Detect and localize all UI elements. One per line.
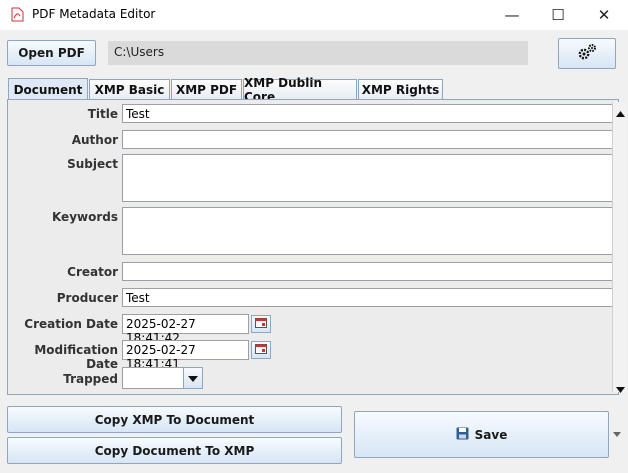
save-label: Save: [474, 427, 508, 442]
chevron-down-icon: [613, 429, 621, 440]
creation-date-input[interactable]: 2025-02-27 18:41:42: [122, 314, 249, 345]
window-title: PDF Metadata Editor: [32, 7, 156, 21]
copy-xmp-to-document-button[interactable]: Copy XMP To Document: [7, 406, 342, 433]
creator-label: Creator: [67, 265, 118, 279]
close-icon: ✕: [597, 6, 611, 24]
tab-document[interactable]: Document: [8, 78, 88, 100]
author-input[interactable]: [122, 130, 614, 149]
trapped-dropdown-button[interactable]: [183, 367, 203, 389]
title-bar: PDF Metadata Editor — ☐ ✕: [0, 0, 628, 30]
chevron-down-icon: [188, 371, 198, 385]
maximize-icon: ☐: [551, 6, 565, 24]
calendar-icon: [255, 343, 267, 357]
scroll-down-icon[interactable]: [616, 382, 625, 396]
open-pdf-button[interactable]: Open PDF: [7, 40, 96, 66]
creation-date-calendar-button[interactable]: [251, 315, 271, 333]
floppy-disk-icon: [456, 427, 469, 443]
modification-date-calendar-button[interactable]: [251, 341, 271, 359]
producer-input[interactable]: Test: [122, 288, 614, 307]
keywords-label: Keywords: [51, 210, 118, 224]
save-button[interactable]: Save: [354, 411, 609, 458]
keywords-textarea[interactable]: [122, 207, 614, 255]
trapped-select[interactable]: [122, 367, 184, 389]
creation-date-label: Creation Date: [24, 317, 118, 331]
subject-label: Subject: [67, 157, 118, 171]
copy-document-to-xmp-button[interactable]: Copy Document To XMP: [7, 437, 342, 464]
pdf-file-icon: [11, 7, 24, 22]
author-label: Author: [71, 133, 118, 147]
minimize-button[interactable]: —: [489, 0, 535, 30]
calendar-icon: [255, 317, 267, 331]
title-label: Title: [87, 107, 118, 121]
gears-icon: [577, 43, 597, 64]
tab-xmp-pdf[interactable]: XMP PDF: [171, 79, 242, 99]
save-options-button[interactable]: [609, 411, 625, 458]
minimize-icon: —: [504, 6, 520, 24]
modification-date-label: Modification Date: [34, 343, 118, 371]
trapped-label: Trapped: [63, 372, 118, 386]
subject-textarea[interactable]: [122, 154, 614, 202]
producer-label: Producer: [56, 291, 118, 305]
tab-xmp-dublin-core[interactable]: XMP Dublin Core: [243, 76, 357, 104]
settings-button[interactable]: [558, 38, 616, 69]
form-scrollbar[interactable]: [612, 102, 627, 393]
file-path-field[interactable]: C:\Users: [108, 41, 528, 65]
tab-xmp-rights[interactable]: XMP Rights: [358, 79, 443, 99]
creator-input[interactable]: [122, 262, 614, 281]
tab-xmp-basic[interactable]: XMP Basic: [89, 79, 170, 99]
title-input[interactable]: Test: [122, 104, 614, 123]
maximize-button[interactable]: ☐: [535, 0, 581, 30]
modification-date-input[interactable]: 2025-02-27 18:41:41: [122, 340, 249, 371]
scroll-up-icon[interactable]: [616, 106, 625, 120]
close-button[interactable]: ✕: [581, 0, 627, 30]
